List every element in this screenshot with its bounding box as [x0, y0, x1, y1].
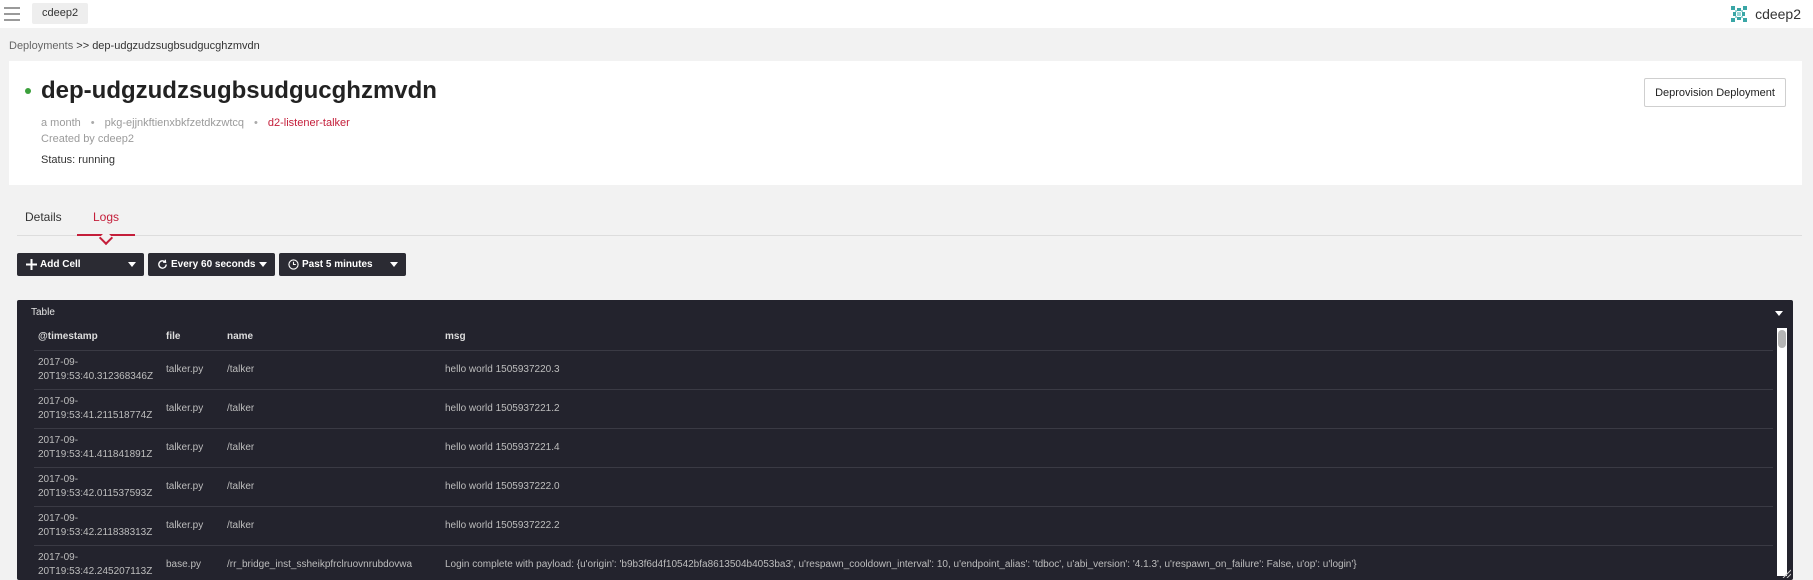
- cell-timestamp: 2017-09- 20T19:53:41.211518774Z: [34, 389, 162, 429]
- time-range-button[interactable]: Past 5 minutes: [279, 253, 406, 276]
- cell-timestamp: 2017-09- 20T19:53:40.312368346Z: [34, 350, 162, 390]
- package-id: pkg-ejjnkftienxbkfzetdkzwtcq: [104, 117, 245, 129]
- column-header-timestamp[interactable]: @timestamp: [34, 324, 162, 351]
- chevron-down-icon[interactable]: [128, 262, 136, 267]
- cell-file: talker.py: [162, 506, 223, 546]
- breadcrumb: Deployments >> dep-udgzudzsugbsudgucghzm…: [9, 40, 260, 52]
- meta-separator: •: [90, 117, 95, 129]
- user-menu[interactable]: cdeep2: [1729, 4, 1801, 24]
- column-header-name[interactable]: name: [223, 324, 441, 351]
- cell-msg: hello world 1505937220.3: [441, 350, 1773, 390]
- cell-file: base.py: [162, 545, 223, 580]
- deployment-meta: a month • pkg-ejjnkftienxbkfzetdkzwtcq •…: [41, 117, 350, 129]
- table-row[interactable]: 2017-09- 20T19:53:42.211838313Z talker.py /…: [34, 506, 1773, 546]
- tab-bar: Details Logs: [17, 200, 1802, 246]
- meta-separator: •: [254, 117, 258, 129]
- add-cell-button[interactable]: Add Cell: [17, 253, 144, 276]
- chevron-down-icon[interactable]: [259, 262, 267, 267]
- cell-name: /talker: [223, 506, 441, 546]
- deployment-header: dep-udgzudzsugbsudgucghzmvdn a month • p…: [9, 61, 1802, 185]
- vertical-scrollbar[interactable]: [1777, 328, 1787, 576]
- cell-timestamp: 2017-09- 20T19:53:42.011537593Z: [34, 467, 162, 507]
- table-row[interactable]: 2017-09- 20T19:53:41.411841891Z talker.py /…: [34, 428, 1773, 468]
- refresh-icon: [156, 259, 168, 271]
- scrollbar-thumb[interactable]: [1778, 330, 1786, 348]
- clock-icon: [287, 259, 299, 271]
- cell-name: /talker: [223, 428, 441, 468]
- table-row[interactable]: 2017-09- 20T19:53:40.312368346Z talker.py /…: [34, 350, 1773, 390]
- tab-details[interactable]: Details: [25, 210, 62, 224]
- created-by: Created by cdeep2: [41, 133, 134, 145]
- cell-name: /talker: [223, 389, 441, 429]
- table-header-row: @timestamp file name msg: [34, 324, 1773, 351]
- cell-msg: hello world 1505937221.2: [441, 389, 1773, 429]
- log-table-panel: Table @timestamp file name msg 2017-09- 2…: [17, 300, 1793, 580]
- add-cell-label: Add Cell: [40, 259, 81, 270]
- cell-msg: Login complete with payload: {u'origin':…: [441, 545, 1773, 580]
- panel-title: Table: [31, 307, 55, 318]
- status-indicator: [25, 88, 31, 94]
- table-row[interactable]: 2017-09- 20T19:53:42.011537593Z talker.py /…: [34, 467, 1773, 507]
- cell-timestamp: 2017-09- 20T19:53:42.245207113Z: [34, 545, 162, 580]
- cell-file: talker.py: [162, 428, 223, 468]
- cell-msg: hello world 1505937221.4: [441, 428, 1773, 468]
- top-bar: cdeep2 cdeep2: [0, 0, 1813, 28]
- cell-name: /talker: [223, 350, 441, 390]
- cell-msg: hello world 1505937222.0: [441, 467, 1773, 507]
- breadcrumb-separator: >>: [76, 40, 90, 52]
- table-body: 2017-09- 20T19:53:40.312368346Z talker.py /…: [34, 350, 1773, 580]
- status-text: Status: running: [41, 154, 115, 166]
- package-link[interactable]: d2-listener-talker: [268, 117, 350, 129]
- table-scroll-area[interactable]: @timestamp file name msg 2017-09- 20T19:5…: [17, 324, 1773, 580]
- deployment-age: a month: [41, 117, 81, 129]
- page-title: dep-udgzudzsugbsudgucghzmvdn: [41, 77, 437, 104]
- cell-file: talker.py: [162, 389, 223, 429]
- table-row[interactable]: 2017-09- 20T19:53:42.245207113Z base.py/rr…: [34, 545, 1773, 580]
- breadcrumb-current: dep-udgzudzsugbsudgucghzmvdn: [92, 40, 260, 52]
- table-row[interactable]: 2017-09- 20T19:53:41.211518774Z talker.py /…: [34, 389, 1773, 429]
- cell-file: talker.py: [162, 467, 223, 507]
- cell-msg: hello world 1505937222.2: [441, 506, 1773, 546]
- cell-name: /talker: [223, 467, 441, 507]
- org-selector[interactable]: cdeep2: [32, 3, 89, 24]
- cell-file: talker.py: [162, 350, 223, 390]
- refresh-interval-label: Every 60 seconds: [171, 259, 256, 270]
- plus-icon: [25, 259, 37, 271]
- breadcrumb-deployments-link[interactable]: Deployments: [9, 40, 73, 52]
- tab-logs[interactable]: Logs: [93, 210, 119, 224]
- deprovision-button[interactable]: Deprovision Deployment: [1644, 78, 1786, 107]
- resize-handle-icon[interactable]: [1781, 568, 1791, 578]
- refresh-interval-button[interactable]: Every 60 seconds: [148, 253, 275, 276]
- chevron-down-icon[interactable]: [390, 262, 398, 267]
- log-table: @timestamp file name msg 2017-09- 20T19:5…: [34, 324, 1773, 580]
- cell-name: /rr_bridge_inst_ssheikpfrclruovnrubdovwa: [223, 545, 441, 580]
- user-name: cdeep2: [1755, 6, 1801, 22]
- column-header-file[interactable]: file: [162, 324, 223, 351]
- avatar-icon: [1729, 4, 1750, 24]
- time-range-label: Past 5 minutes: [302, 259, 373, 270]
- cell-timestamp: 2017-09- 20T19:53:42.211838313Z: [34, 506, 162, 546]
- cell-timestamp: 2017-09- 20T19:53:41.411841891Z: [34, 428, 162, 468]
- menu-icon[interactable]: [4, 7, 20, 21]
- column-header-msg[interactable]: msg: [441, 324, 1773, 351]
- chevron-down-icon[interactable]: [1775, 311, 1783, 316]
